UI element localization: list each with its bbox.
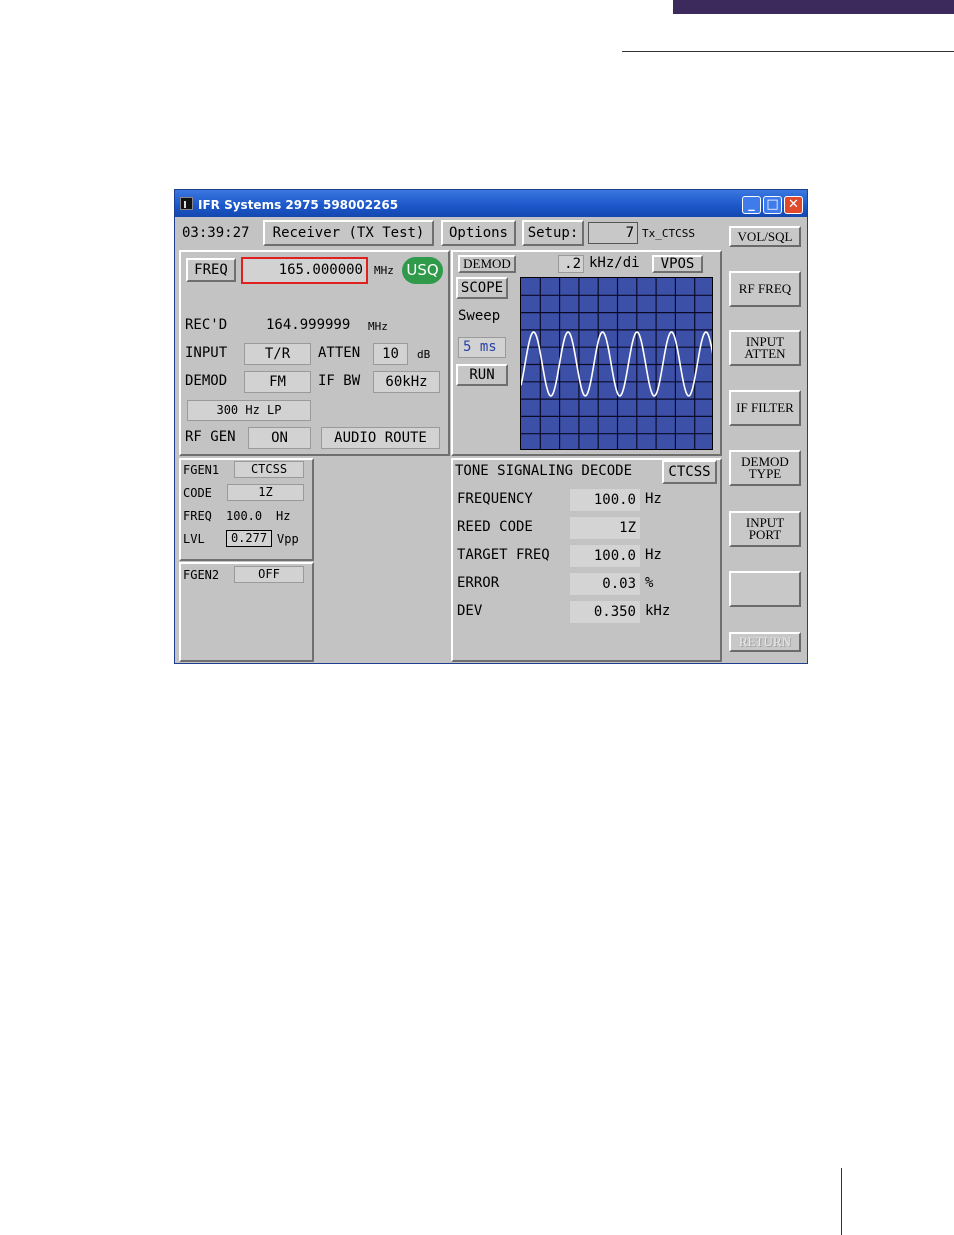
softkey-if-filter[interactable]: IF FILTER xyxy=(729,390,801,426)
rfgen-label: RF GEN xyxy=(185,429,236,445)
decode-row-unit: kHz xyxy=(645,603,671,619)
decode-row-value: 1Z xyxy=(570,517,640,539)
softkey-vol-sql[interactable]: VOL/SQL xyxy=(729,226,801,247)
decode-row-label: REED CODE xyxy=(457,519,533,535)
app-icon xyxy=(180,197,193,210)
fgen1-type-field[interactable]: CTCSS xyxy=(234,461,304,478)
freq-input[interactable]: 165.000000 xyxy=(241,257,368,284)
scope-scale-unit: kHz/di xyxy=(589,255,640,271)
setup-button[interactable]: Setup: xyxy=(522,220,584,246)
softkey-demod-type[interactable]: DEMOD TYPE xyxy=(729,450,801,486)
mode-display-receiver[interactable]: Receiver (TX Test) xyxy=(263,220,434,246)
fgen1-lvl-field[interactable]: 0.277 xyxy=(226,530,272,547)
setup-number-field[interactable]: 7 xyxy=(588,222,638,244)
options-button[interactable]: Options xyxy=(441,220,516,246)
fgen1-label: FGEN1 xyxy=(183,463,220,477)
fgen1-lvl-unit: Vpp xyxy=(277,532,299,546)
decode-type-button[interactable]: CTCSS xyxy=(662,460,717,484)
fgen2-field[interactable]: OFF xyxy=(234,566,304,583)
usq-indicator: USQ xyxy=(402,257,443,284)
fgen1-code-field[interactable]: 1Z xyxy=(227,484,304,501)
fgen1-lvl-label: LVL xyxy=(183,532,205,546)
softkey-rf-freq[interactable]: RF FREQ xyxy=(729,271,801,307)
decode-row-value: 100.0 xyxy=(570,489,640,511)
recd-unit: MHz xyxy=(368,320,388,333)
maximize-button[interactable]: □ xyxy=(763,196,782,214)
demod-field[interactable]: FM xyxy=(244,371,311,393)
scope-scale-field[interactable]: .2 xyxy=(558,255,584,273)
run-button[interactable]: RUN xyxy=(456,364,508,386)
audio-filter-field[interactable]: 300 Hz LP xyxy=(187,400,311,421)
decode-row-label: ERROR xyxy=(457,575,500,591)
input-field[interactable]: T/R xyxy=(244,343,311,365)
audio-route-button[interactable]: AUDIO ROUTE xyxy=(321,427,440,449)
recd-label: REC'D xyxy=(185,317,228,333)
softkey-input-atten[interactable]: INPUT ATTEN xyxy=(729,330,801,366)
fgen2-label: FGEN2 xyxy=(183,568,220,582)
vpos-button[interactable]: VPOS xyxy=(652,255,703,273)
clock-display: 03:39:27 xyxy=(182,225,250,241)
decode-row-value: 0.03 xyxy=(570,573,640,595)
decode-row-label: FREQUENCY xyxy=(457,491,533,507)
minimize-button[interactable]: _ xyxy=(742,196,761,214)
freq-unit: MHz xyxy=(374,264,394,277)
scope-graticule xyxy=(521,278,712,449)
freq-button[interactable]: FREQ xyxy=(186,258,236,282)
decode-row-unit: % xyxy=(645,575,654,591)
atten-unit: dB xyxy=(417,348,431,361)
rfgen-field[interactable]: ON xyxy=(248,427,311,449)
decode-row-unit: Hz xyxy=(645,547,662,563)
fgen1-freq-unit: Hz xyxy=(276,509,291,523)
scope-mode-button[interactable]: SCOPE xyxy=(456,277,508,299)
decode-row-value: 0.350 xyxy=(570,601,640,623)
softkey-input-port[interactable]: INPUT PORT xyxy=(729,511,801,547)
softkey-blank[interactable] xyxy=(729,571,801,607)
softkey-return[interactable]: RETURN xyxy=(729,632,801,652)
setup-name: Tx_CTCSS xyxy=(642,227,695,240)
window-title: IFR Systems 2975 598002265 xyxy=(198,198,399,212)
ifbw-label: IF BW xyxy=(318,373,361,389)
decode-row-label: DEV xyxy=(457,603,483,619)
fgen1-freq-value[interactable]: 100.0 xyxy=(226,509,262,523)
decode-row-label: TARGET FREQ xyxy=(457,547,550,563)
fgen1-freq-label: FREQ xyxy=(183,509,212,523)
demod-label: DEMOD xyxy=(185,373,228,389)
decode-row-value: 100.0 xyxy=(570,545,640,567)
atten-field[interactable]: 10 xyxy=(373,343,408,365)
footer-rule xyxy=(841,1168,842,1235)
ifbw-field[interactable]: 60kHz xyxy=(373,371,440,393)
scope-display xyxy=(520,277,713,450)
sweep-field[interactable]: 5 ms xyxy=(458,337,506,358)
atten-label: ATTEN xyxy=(318,345,361,361)
title-bar[interactable]: IFR Systems 2975 598002265 _ □ ✕ xyxy=(175,190,807,217)
close-button[interactable]: ✕ xyxy=(784,196,803,214)
header-color-bar xyxy=(673,0,954,14)
decode-row-unit: Hz xyxy=(645,491,662,507)
instrument-window: IFR Systems 2975 598002265 _ □ ✕ 03:39:2… xyxy=(174,189,808,664)
scope-demod-tab[interactable]: DEMOD xyxy=(458,255,516,273)
fgen1-code-label: CODE xyxy=(183,486,212,500)
header-rule xyxy=(622,51,954,52)
recd-value: 164.999999 xyxy=(266,317,351,333)
decode-title: TONE SIGNALING DECODE xyxy=(455,463,633,479)
input-label: INPUT xyxy=(185,345,228,361)
sweep-label: Sweep xyxy=(458,308,501,324)
